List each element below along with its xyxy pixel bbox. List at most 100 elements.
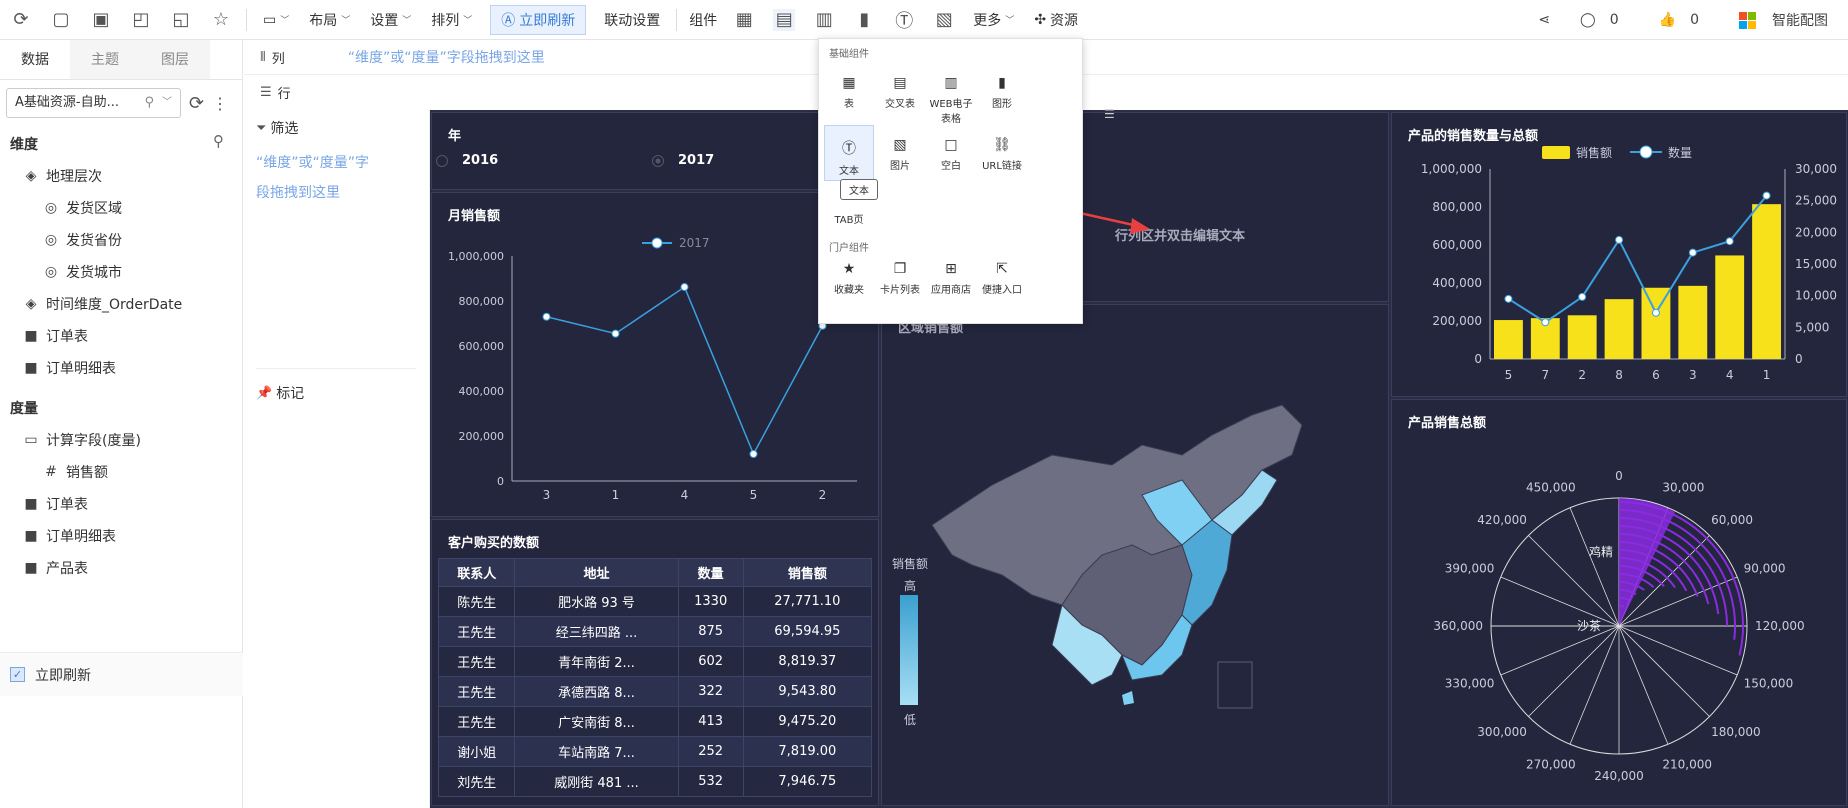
tree-item[interactable]: ◎ 发货城市 <box>0 256 242 288</box>
refresh-now-button[interactable]: Ⓐ 立即刷新 <box>490 4 587 35</box>
linkage-settings-button[interactable]: 联动设置 <box>594 0 670 40</box>
year-filter-card[interactable]: 年 2016 2017 <box>431 112 879 190</box>
data-point[interactable] <box>1688 248 1697 257</box>
save-icon[interactable]: ▢ <box>50 9 72 31</box>
map-region-island[interactable] <box>1122 691 1134 705</box>
bar[interactable] <box>1494 320 1523 359</box>
like-button[interactable]: 👍 0 <box>1649 12 1709 28</box>
table-row[interactable]: 王先生 经三纬四路 ... 875 69,594.95 <box>437 616 873 647</box>
more-vertical-icon[interactable]: ⋮ <box>212 94 228 113</box>
table-row[interactable]: 王先生 承德西路 8... 322 9,543.80 <box>437 676 873 707</box>
component-item-crosstable[interactable]: ▤ 交叉表 <box>875 63 925 110</box>
filter-area[interactable]: ⏷ 筛选 “维度”或“度量”字 段拖拽到这里 <box>256 118 416 202</box>
preview-icon[interactable]: ◰ <box>130 9 152 31</box>
tree-item[interactable]: ■ 订单表 <box>0 320 242 352</box>
smart-chart-button[interactable]: 智能配图 <box>1729 10 1838 30</box>
bar[interactable] <box>1715 255 1745 359</box>
year-option-2017[interactable]: 2017 <box>652 153 714 168</box>
monthly-sales-card[interactable]: 月销售额 1,000,000 800,000 600,000 400,000 200,0… <box>431 192 879 517</box>
tab-theme[interactable]: 主题 <box>70 40 140 79</box>
data-point[interactable] <box>1578 292 1587 301</box>
data-point[interactable] <box>1651 308 1660 317</box>
component-item-image[interactable]: ▧ 图片 <box>875 125 925 172</box>
data-point[interactable] <box>542 312 551 321</box>
component-item-card-list[interactable]: ❐ 卡片列表 <box>875 261 925 296</box>
table-row[interactable]: 陈先生 肥水路 93 号 1330 27,771.10 <box>437 586 873 617</box>
search-icon[interactable]: ⚲ <box>213 132 224 150</box>
more-dropdown[interactable]: 更多 ﹀ <box>963 0 1024 40</box>
data-point[interactable] <box>611 329 620 338</box>
data-point[interactable] <box>680 283 689 292</box>
bar[interactable] <box>1641 287 1671 359</box>
datasource-select[interactable]: A基础资源-自助... ⚲ ﹀ <box>6 88 181 118</box>
comment-button[interactable]: ◯ 0 <box>1570 12 1629 28</box>
chart-icon[interactable]: ▮ <box>853 9 875 31</box>
component-item-app-store[interactable]: ⊞ 应用商店 <box>926 261 976 296</box>
component-item-url-link[interactable]: ⛓ URL链接 <box>977 125 1027 172</box>
data-point[interactable] <box>1541 318 1550 327</box>
tab-data[interactable]: 数据 <box>0 40 70 79</box>
polar-bar[interactable] <box>1619 498 1675 626</box>
product-total-card[interactable]: 产品销售总额 0 30,000 60,000 90,000 120,000 150,000… <box>1391 399 1847 806</box>
resources-button[interactable]: ✣ 资源 <box>1024 0 1088 40</box>
tree-item[interactable]: ◎ 发货区域 <box>0 192 242 224</box>
table-row[interactable]: 刘先生 威刚街 481 ... 532 7,946.75 <box>437 766 873 797</box>
year-option-2016[interactable]: 2016 <box>436 153 498 168</box>
data-point[interactable] <box>1725 237 1734 246</box>
text-icon[interactable]: Ⓣ <box>893 9 915 32</box>
component-item-chart[interactable]: ▮ 图形 <box>977 63 1027 110</box>
component-item-web-spreadsheet[interactable]: ▥ WEB电子表格 <box>926 63 976 125</box>
tree-item[interactable]: ◈ 地理层次 <box>0 160 242 192</box>
tree-item[interactable]: ■ 产品表 <box>0 552 242 584</box>
favorite-icon[interactable]: ☆ <box>210 9 232 31</box>
tree-item[interactable]: ■ 订单表 <box>0 488 242 520</box>
data-point[interactable] <box>749 450 758 458</box>
table-row[interactable]: 谢小姐 车站南路 7... 252 7,819.00 <box>437 736 873 767</box>
table-icon[interactable]: ▦ <box>733 9 755 31</box>
bar[interactable] <box>1678 285 1708 359</box>
save-as-icon[interactable]: ▣ <box>90 9 112 31</box>
settings-dropdown[interactable]: 设置 ﹀ <box>360 0 421 40</box>
tree-item[interactable]: ■ 订单明细表 <box>0 520 242 552</box>
tree-item[interactable]: # 销售额 <box>0 456 242 488</box>
component-item-blank[interactable]: □ 空白 <box>926 125 976 172</box>
tab-component-item[interactable]: TAB页 <box>819 211 879 226</box>
mark-area[interactable]: 📌 标记 <box>256 368 416 403</box>
component-item-table[interactable]: ▦ 表 <box>824 63 874 110</box>
crosstable-icon[interactable]: ▤ <box>773 8 796 31</box>
product-combo-card[interactable]: 产品的销售数量与总额 1,000,000 800,000 600,000 400,00… <box>1391 112 1847 397</box>
arrange-dropdown[interactable]: 排列 ﹀ <box>421 0 482 40</box>
data-point[interactable] <box>1615 235 1624 244</box>
table-row[interactable]: 王先生 广安南街 8... 413 9,475.20 <box>437 706 873 737</box>
component-item-favorites[interactable]: ★ 收藏夹 <box>824 261 874 296</box>
refresh-icon[interactable]: ⟳ <box>10 9 32 31</box>
data-point[interactable] <box>1762 191 1771 200</box>
image-icon[interactable]: ▧ <box>933 9 955 31</box>
device-dropdown[interactable]: ▭ ﹀ <box>253 0 299 40</box>
component-item-quick-entry[interactable]: ⇱ 便捷入口 <box>977 261 1027 296</box>
bar[interactable] <box>1752 204 1781 359</box>
auto-refresh-checkbox[interactable]: ✓ <box>10 667 25 682</box>
column-header[interactable]: 数量 <box>677 558 744 587</box>
china-map[interactable] <box>882 305 1388 805</box>
customer-card[interactable]: 客户购买的数额 联系人 地址 数量 销售额 陈先生 肥水路 93 号 1330 27,771… <box>431 519 879 806</box>
layout-dropdown[interactable]: 布局 ﹀ <box>299 0 360 40</box>
tree-item[interactable]: ■ 订单明细表 <box>0 352 242 384</box>
bar[interactable] <box>1604 299 1634 359</box>
tree-item[interactable]: ◈ 时间维度_OrderDate <box>0 288 242 320</box>
drag-handle-icon[interactable]: ☰ <box>1104 107 1115 121</box>
web-spreadsheet-icon[interactable]: ▥ <box>813 9 835 31</box>
data-point[interactable] <box>1504 294 1513 303</box>
publish-icon[interactable]: ◱ <box>170 9 192 31</box>
column-header[interactable]: 地址 <box>514 558 679 587</box>
tab-layers[interactable]: 图层 <box>140 40 210 79</box>
bar[interactable] <box>1567 315 1597 359</box>
component-item-text[interactable]: Ⓣ 文本 <box>824 125 874 181</box>
region-sales-card[interactable]: 区域销售额 销售额 高 低 <box>881 304 1389 806</box>
reload-icon[interactable]: ⟳ <box>189 93 204 114</box>
tree-item[interactable]: ◎ 发货省份 <box>0 224 242 256</box>
table-row[interactable]: 王先生 青年南街 2... 602 8,819.37 <box>437 646 873 677</box>
column-header[interactable]: 销售额 <box>742 558 873 587</box>
share-icon[interactable]: ⋖ <box>1538 12 1550 28</box>
column-header[interactable]: 联系人 <box>437 558 516 587</box>
